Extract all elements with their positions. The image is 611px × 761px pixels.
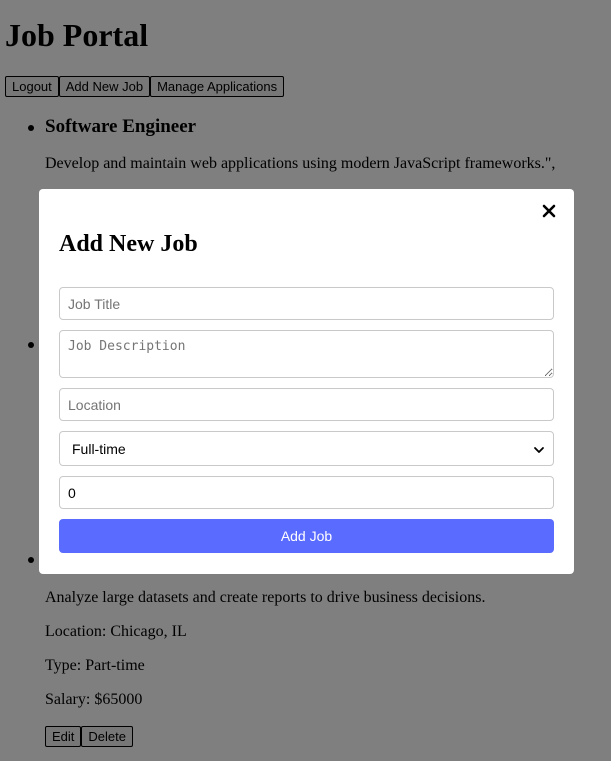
salary-input[interactable] bbox=[59, 476, 554, 509]
page: Job Portal Logout Add New Job Manage App… bbox=[0, 0, 611, 761]
chevron-down-icon bbox=[533, 443, 545, 455]
job-description-input[interactable] bbox=[59, 330, 554, 378]
job-title-input[interactable] bbox=[59, 287, 554, 320]
job-type-select[interactable]: Full-time bbox=[59, 431, 554, 466]
add-job-submit-button[interactable]: Add Job bbox=[59, 519, 554, 553]
close-icon[interactable] bbox=[540, 202, 558, 220]
location-input[interactable] bbox=[59, 388, 554, 421]
add-job-modal: Add New Job Full-time Add Job bbox=[39, 189, 574, 574]
modal-title: Add New Job bbox=[59, 231, 198, 257]
job-type-selected-value: Full-time bbox=[72, 440, 126, 457]
